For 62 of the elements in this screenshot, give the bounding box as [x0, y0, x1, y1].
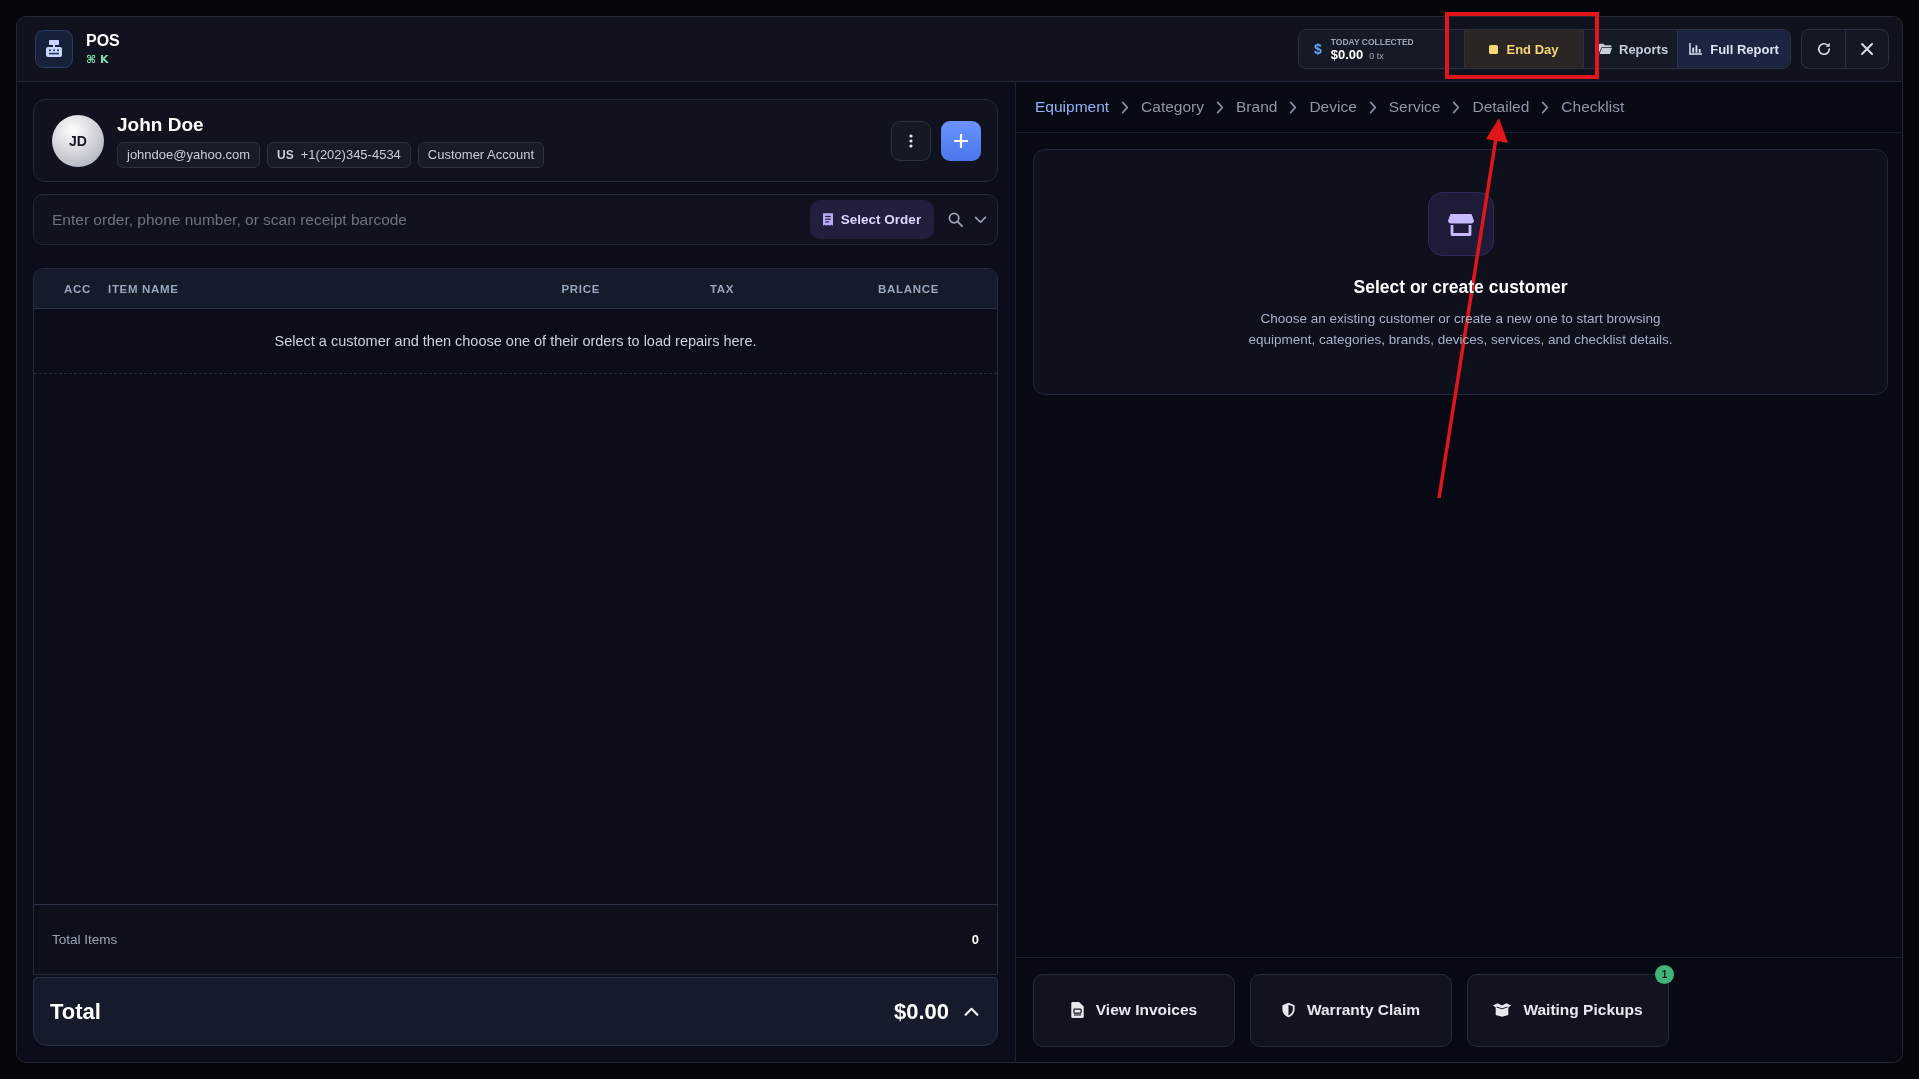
column-header: ITEM NAME — [108, 282, 180, 295]
chevron-down-icon[interactable] — [974, 215, 987, 224]
column-header: ACC — [64, 282, 92, 295]
currency-symbol: $ — [1314, 41, 1322, 57]
collected-amount: $0.00 — [1330, 46, 1364, 62]
square-icon — [1489, 44, 1499, 54]
chevron-right-icon — [1452, 100, 1461, 114]
total-items-count: 0 — [971, 932, 979, 947]
store-icon — [1427, 192, 1494, 256]
phone-number: +1(202)345-4534 — [300, 147, 401, 162]
bar-chart-icon — [1689, 43, 1703, 55]
country-code: US — [277, 147, 294, 162]
box-icon — [1493, 1003, 1512, 1017]
chevron-right-icon — [1289, 100, 1298, 114]
customer-name: John Doe — [117, 113, 205, 136]
document-icon — [1070, 1002, 1084, 1018]
vertical-dots-icon — [909, 133, 913, 148]
add-button[interactable] — [941, 120, 981, 161]
collected-label: TODAY COLLECTED — [1330, 36, 1414, 47]
close-icon — [1860, 42, 1874, 56]
full-report-button[interactable]: Full Report — [1677, 30, 1790, 68]
email-tag: johndoe@yahoo.com — [117, 141, 261, 168]
end-day-button[interactable]: End Day — [1464, 30, 1584, 68]
empty-table-message: Select a customer and then choose one of their orders to load repairs here. — [274, 333, 757, 349]
breadcrumb-link[interactable]: Brand — [1236, 98, 1278, 116]
search-bar[interactable]: Enter order, phone number, or scan receipt barcode Select Order — [33, 194, 998, 245]
cash-register-icon — [35, 30, 73, 68]
search-input[interactable]: Enter order, phone number, or scan receipt barcode — [52, 204, 802, 235]
breadcrumb-link[interactable]: Device — [1309, 98, 1357, 116]
avatar: JD — [52, 114, 104, 167]
chevron-right-icon — [1541, 100, 1550, 114]
total-label: Total — [50, 998, 101, 1025]
breadcrumb-link[interactable]: Category — [1141, 98, 1204, 116]
view-invoices-button[interactable]: View Invoices — [1033, 973, 1235, 1047]
shield-icon — [1281, 1002, 1295, 1018]
chevron-right-icon — [1216, 100, 1224, 114]
select-order-button[interactable]: Select Order — [810, 200, 934, 239]
search-icon[interactable] — [948, 212, 963, 227]
breadcrumb-link[interactable]: Detailed — [1472, 98, 1530, 116]
receipt-icon — [822, 213, 833, 226]
transaction-count: 0 tx — [1369, 50, 1384, 61]
total-items-label: Total Items — [52, 932, 118, 947]
refresh-icon — [1816, 42, 1831, 56]
folder-icon — [1599, 43, 1612, 55]
breadcrumb-link[interactable]: Checklist — [1561, 98, 1625, 116]
column-header: TAX — [708, 282, 736, 295]
breadcrumb-link[interactable]: Equipment — [1035, 98, 1110, 116]
chevron-right-icon — [1121, 100, 1130, 114]
total-amount: $0.00 — [893, 998, 949, 1025]
chevron-right-icon — [1368, 100, 1377, 114]
shortcut-hint: ⌘ K — [86, 53, 110, 66]
column-header: BALANCE — [876, 282, 939, 295]
app-title: POS — [86, 32, 120, 50]
caret-up-icon[interactable] — [964, 1007, 979, 1016]
breadcrumb-link[interactable]: Service — [1388, 98, 1441, 116]
warranty-claim-button[interactable]: Warranty Claim — [1250, 973, 1452, 1047]
account-tag: Customer Account — [417, 141, 545, 168]
plus-icon — [954, 133, 968, 148]
reports-button[interactable]: Reports — [1584, 30, 1677, 68]
column-header: PRICE — [560, 282, 600, 295]
more-options-button[interactable] — [891, 120, 931, 161]
count-badge: 1 — [1655, 964, 1674, 984]
